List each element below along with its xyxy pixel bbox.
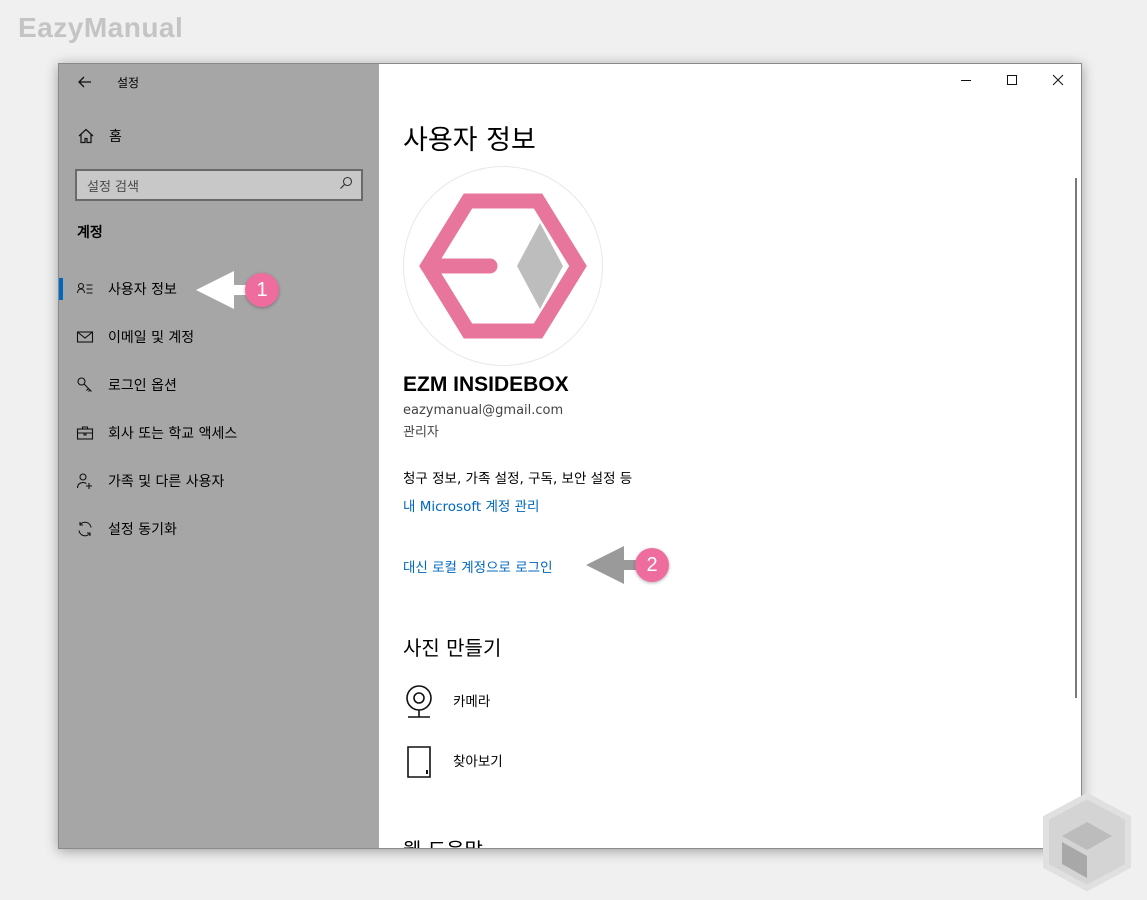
camera-option[interactable]: 카메라 <box>403 684 490 724</box>
sidebar-item-work-school-access[interactable]: 회사 또는 학교 액세스 <box>59 409 379 457</box>
watermark-text: EazyManual <box>18 12 184 43</box>
callout-2: 2 <box>586 546 669 584</box>
home-nav-item[interactable]: 홈 <box>77 126 122 146</box>
sidebar-item-label: 이메일 및 계정 <box>108 330 195 346</box>
browse-option[interactable]: 찾아보기 <box>403 744 503 784</box>
manage-microsoft-account-link[interactable]: 내 Microsoft 계정 관리 <box>403 495 539 515</box>
minimize-button[interactable] <box>943 64 989 96</box>
home-icon <box>77 127 95 145</box>
close-button[interactable] <box>1035 64 1081 96</box>
mail-icon <box>76 328 94 346</box>
sidebar-item-label: 사용자 정보 <box>108 282 177 298</box>
profile-logo-icon <box>419 193 587 339</box>
callout-number: 2 <box>635 548 669 582</box>
page-title: 사용자 정보 <box>403 125 536 156</box>
sidebar-item-sign-in-options[interactable]: 로그인 옵션 <box>59 361 379 409</box>
search-placeholder: 설정 검색 <box>87 179 139 195</box>
window-title: 설정 <box>117 75 140 90</box>
callout-number: 1 <box>245 273 279 307</box>
briefcase-icon <box>76 424 94 442</box>
sidebar-item-label: 회사 또는 학교 액세스 <box>108 426 238 442</box>
camera-icon <box>403 684 435 724</box>
account-role: 관리자 <box>403 425 439 440</box>
person-card-icon <box>76 280 94 298</box>
account-name: EZM INSIDEBOX <box>403 373 569 396</box>
callout-arrow-icon <box>586 546 624 584</box>
browse-icon <box>403 744 435 784</box>
avatar <box>403 166 603 366</box>
sign-in-local-account-link[interactable]: 대신 로컬 계정으로 로그인 <box>403 556 553 576</box>
back-arrow-icon[interactable] <box>77 74 93 90</box>
browse-label: 찾아보기 <box>453 754 503 770</box>
sidebar-item-label: 설정 동기화 <box>108 522 177 538</box>
sidebar-item-email-accounts[interactable]: 이메일 및 계정 <box>59 313 379 361</box>
corner-logo-icon <box>1040 792 1135 896</box>
scrollbar[interactable] <box>1075 178 1077 698</box>
settings-search-input[interactable]: 설정 검색 <box>75 169 363 201</box>
callout-1: 1 <box>196 271 279 309</box>
sidebar-item-sync-settings[interactable]: 설정 동기화 <box>59 505 379 553</box>
window-controls <box>943 64 1081 96</box>
minimize-icon <box>961 80 971 81</box>
account-email: eazymanual@gmail.com <box>403 403 564 418</box>
sidebar-item-family-other-users[interactable]: 가족 및 다른 사용자 <box>59 457 379 505</box>
title-bar: 설정 <box>77 72 139 92</box>
key-icon <box>76 376 94 394</box>
photo-section-heading: 사진 만들기 <box>403 636 502 660</box>
search-icon[interactable] <box>339 176 353 194</box>
sidebar-item-label: 로그인 옵션 <box>108 378 177 394</box>
sync-icon <box>76 520 94 538</box>
maximize-button[interactable] <box>989 64 1035 96</box>
close-icon <box>1052 74 1064 86</box>
sidebar-item-label: 가족 및 다른 사용자 <box>108 474 225 490</box>
web-help-heading: 웹 도움말 <box>403 834 483 848</box>
sidebar: 설정 홈 설정 검색 계정 사용자 정보 이메일 및 계정 로그인 옵션 회사 … <box>59 64 379 848</box>
callout-arrow-icon <box>196 271 234 309</box>
section-heading-accounts: 계정 <box>77 225 103 241</box>
billing-info-text: 청구 정보, 가족 설정, 구독, 보안 설정 등 <box>403 471 633 487</box>
settings-window: 설정 홈 설정 검색 계정 사용자 정보 이메일 및 계정 로그인 옵션 회사 … <box>58 63 1082 849</box>
main-content: 사용자 정보 EZM INSIDEBOX eazymanual@gmail.co… <box>379 64 1081 848</box>
maximize-icon <box>1007 75 1017 85</box>
home-label: 홈 <box>109 129 122 145</box>
add-person-icon <box>76 472 94 490</box>
camera-label: 카메라 <box>453 694 491 710</box>
